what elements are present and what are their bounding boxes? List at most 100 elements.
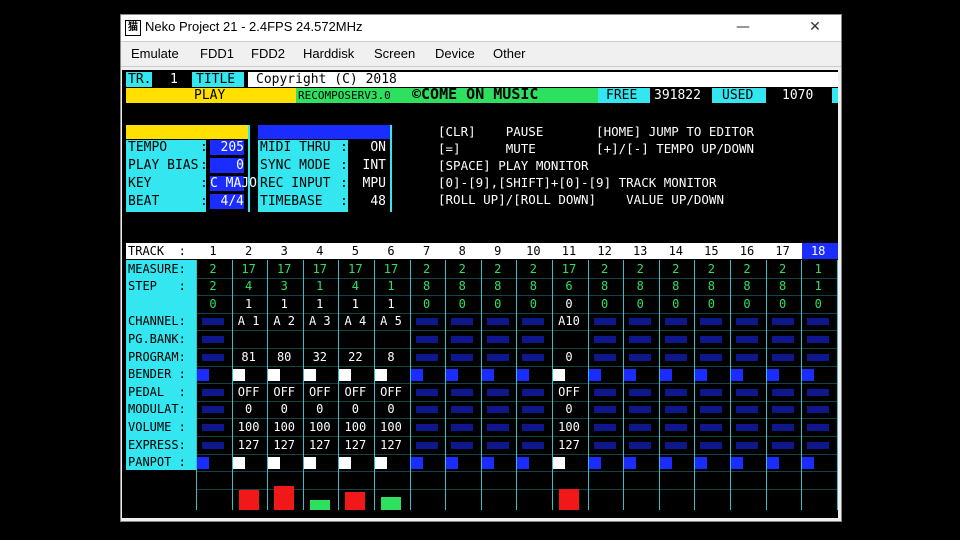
third-cell[interactable]: 0 [694, 297, 728, 312]
panpot-indicator[interactable] [695, 457, 708, 470]
third-cell[interactable]: 1 [232, 297, 266, 312]
channel-cell[interactable]: A 3 [303, 314, 337, 329]
param-value[interactable]: 48 [350, 194, 386, 209]
emulator-screen[interactable]: TR. 1 TITLE Copyright (C) 2018 PLAY RECO… [122, 70, 838, 518]
measure-cell[interactable]: 17 [303, 262, 337, 277]
panpot-indicator[interactable] [802, 457, 815, 470]
third-cell[interactable]: 0 [410, 297, 444, 312]
measure-cell[interactable]: 17 [338, 262, 372, 277]
menu-device[interactable]: Device [435, 46, 475, 61]
volume-cell[interactable]: 100 [232, 420, 266, 435]
channel-cell[interactable]: A10 [552, 314, 586, 329]
volume-cell[interactable]: 100 [338, 420, 372, 435]
menu-fdd1[interactable]: FDD1 [200, 46, 234, 61]
express-cell[interactable]: 127 [303, 438, 337, 453]
express-cell[interactable]: 127 [267, 438, 301, 453]
measure-cell[interactable]: 2 [694, 262, 728, 277]
param-value[interactable]: 4/4 [210, 194, 244, 209]
modulat-cell[interactable]: 0 [232, 402, 266, 417]
bender-indicator[interactable] [446, 369, 459, 382]
bender-indicator[interactable] [766, 369, 779, 382]
bender-indicator[interactable] [695, 369, 708, 382]
step-cell[interactable]: 8 [623, 279, 657, 294]
third-cell[interactable]: 1 [338, 297, 372, 312]
track-number[interactable]: 18 [801, 244, 835, 259]
track-number[interactable]: 10 [516, 244, 550, 259]
track-number[interactable]: 17 [766, 244, 800, 259]
track-number[interactable]: 15 [694, 244, 728, 259]
measure-cell[interactable]: 2 [481, 262, 515, 277]
param-value[interactable]: 0 [210, 158, 244, 173]
step-cell[interactable]: 6 [552, 279, 586, 294]
step-cell[interactable]: 8 [481, 279, 515, 294]
modulat-cell[interactable]: 0 [374, 402, 408, 417]
close-button[interactable]: ✕ [797, 15, 833, 39]
bender-indicator[interactable] [624, 369, 637, 382]
third-cell[interactable]: 0 [481, 297, 515, 312]
step-cell[interactable]: 8 [659, 279, 693, 294]
menu-fdd2[interactable]: FDD2 [251, 46, 285, 61]
third-cell[interactable]: 0 [623, 297, 657, 312]
channel-cell[interactable]: A 1 [232, 314, 266, 329]
express-cell[interactable]: 127 [552, 438, 586, 453]
panpot-indicator[interactable] [197, 457, 209, 470]
pedal-cell[interactable]: OFF [338, 385, 372, 400]
track-number[interactable]: 4 [303, 244, 337, 259]
modulat-cell[interactable]: 0 [338, 402, 372, 417]
param-value[interactable]: ON [350, 140, 386, 155]
panpot-indicator[interactable] [303, 457, 316, 470]
bender-indicator[interactable] [410, 369, 423, 382]
param-value[interactable]: C MAJOR [210, 176, 265, 191]
third-cell[interactable]: 0 [445, 297, 479, 312]
pedal-cell[interactable]: OFF [552, 385, 586, 400]
modulat-cell[interactable]: 0 [552, 402, 586, 417]
channel-cell[interactable]: A 4 [338, 314, 372, 329]
bender-indicator[interactable] [339, 369, 352, 382]
third-cell[interactable]: 0 [588, 297, 622, 312]
track-number[interactable]: 13 [623, 244, 657, 259]
bender-indicator[interactable] [481, 369, 494, 382]
measure-cell[interactable]: 2 [623, 262, 657, 277]
panpot-indicator[interactable] [268, 457, 281, 470]
menu-harddisk[interactable]: Harddisk [303, 46, 354, 61]
step-cell[interactable]: 8 [516, 279, 550, 294]
menu-emulate[interactable]: Emulate [131, 46, 179, 61]
step-cell[interactable]: 1 [801, 279, 835, 294]
third-cell[interactable]: 1 [374, 297, 408, 312]
measure-cell[interactable]: 1 [801, 262, 835, 277]
menu-other[interactable]: Other [493, 46, 526, 61]
volume-cell[interactable]: 100 [303, 420, 337, 435]
program-cell[interactable]: 32 [303, 350, 337, 365]
track-number[interactable]: 8 [445, 244, 479, 259]
volume-cell[interactable]: 100 [374, 420, 408, 435]
modulat-cell[interactable]: 0 [267, 402, 301, 417]
channel-cell[interactable]: A 5 [374, 314, 408, 329]
menu-screen[interactable]: Screen [374, 46, 415, 61]
step-cell[interactable]: 3 [267, 279, 301, 294]
program-cell[interactable]: 0 [552, 350, 586, 365]
measure-cell[interactable]: 17 [267, 262, 301, 277]
step-cell[interactable]: 8 [766, 279, 800, 294]
panpot-indicator[interactable] [588, 457, 601, 470]
third-cell[interactable]: 0 [516, 297, 550, 312]
bender-indicator[interactable] [553, 369, 565, 382]
channel-cell[interactable]: A 2 [267, 314, 301, 329]
third-cell[interactable]: 1 [267, 297, 301, 312]
track-number[interactable]: 5 [338, 244, 372, 259]
bender-indicator[interactable] [232, 369, 245, 382]
step-cell[interactable]: 8 [730, 279, 764, 294]
track-number[interactable]: 12 [588, 244, 622, 259]
track-number[interactable]: 2 [232, 244, 266, 259]
bender-indicator[interactable] [268, 369, 281, 382]
track-number[interactable]: 14 [659, 244, 693, 259]
step-cell[interactable]: 8 [588, 279, 622, 294]
track-number[interactable]: 9 [481, 244, 515, 259]
third-cell[interactable]: 0 [730, 297, 764, 312]
volume-cell[interactable]: 100 [267, 420, 301, 435]
step-cell[interactable]: 8 [410, 279, 444, 294]
measure-cell[interactable]: 17 [232, 262, 266, 277]
third-cell[interactable]: 0 [801, 297, 835, 312]
program-cell[interactable]: 8 [374, 350, 408, 365]
measure-cell[interactable]: 17 [374, 262, 408, 277]
program-cell[interactable]: 22 [338, 350, 372, 365]
